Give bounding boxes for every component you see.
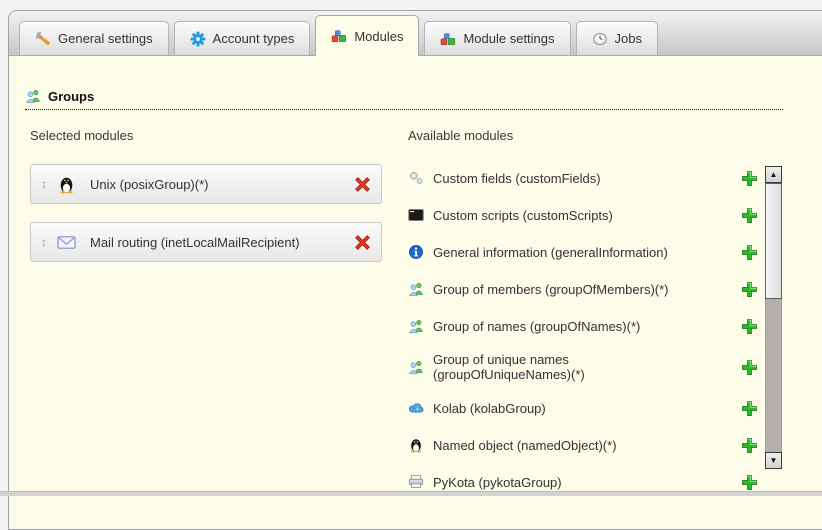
available-module-row: Custom scripts (customScripts) (408, 204, 758, 226)
scrollbar-thumb[interactable] (765, 183, 782, 299)
selected-module-row: ↕ Mail routing (inetLocalMailRecipient) (30, 222, 382, 262)
selected-modules-column: Selected modules ↕ Unix (posixGroup)(*) ↕ M… (30, 128, 382, 280)
clock-icon (592, 31, 608, 47)
available-module-row: Kolab (kolabGroup) (408, 397, 758, 419)
tab-label: Account types (213, 31, 295, 46)
available-module-row: Group of unique names (groupOfUniqueName… (408, 352, 758, 382)
info-icon (408, 244, 424, 260)
available-modules-label: Available modules (408, 128, 758, 143)
module-label: Custom fields (customFields) (433, 171, 601, 186)
page: General settings Account types Modules Modu… (0, 0, 822, 496)
add-icon[interactable] (741, 281, 758, 298)
gear-icon (190, 31, 206, 47)
available-module-row: Custom fields (customFields) (408, 167, 758, 189)
tab-bar: General settings Account types Modules Modu… (9, 11, 822, 56)
module-label: Kolab (kolabGroup) (433, 401, 546, 416)
group-icon (408, 359, 424, 375)
wrench-icon (35, 31, 51, 47)
tab-label: Module settings (463, 31, 554, 46)
module-label: General information (generalInformation) (433, 245, 668, 260)
modules-icon (440, 31, 456, 47)
drag-handle-icon[interactable]: ↕ (41, 178, 47, 190)
window-bottom-edge (0, 491, 822, 496)
available-module-row: Named object (namedObject)(*) (408, 434, 758, 456)
tux-icon (57, 175, 76, 194)
kolab-icon (408, 400, 424, 416)
section-header-groups: Groups (25, 88, 783, 110)
tab-label: General settings (58, 31, 153, 46)
tab-module-settings[interactable]: Module settings (424, 21, 570, 55)
selected-module-row: ↕ Unix (posixGroup)(*) (30, 164, 382, 204)
add-icon[interactable] (741, 318, 758, 335)
tab-label: Modules (354, 29, 403, 44)
terminal-icon (408, 207, 424, 223)
group-icon (408, 281, 424, 297)
delete-icon[interactable] (354, 234, 371, 251)
module-label: Mail routing (inetLocalMailRecipient) (90, 235, 300, 250)
section-title: Groups (48, 89, 94, 104)
available-module-row: Group of members (groupOfMembers)(*) (408, 278, 758, 300)
delete-icon[interactable] (354, 176, 371, 193)
available-modules-scrollbar[interactable]: ▲ ▼ (765, 166, 782, 469)
tab-account-types[interactable]: Account types (174, 21, 311, 55)
module-label: Custom scripts (customScripts) (433, 208, 613, 223)
selected-modules-list: ↕ Unix (posixGroup)(*) ↕ Mail routing (inet… (30, 164, 382, 262)
module-label: Group of unique names (groupOfUniqueName… (433, 352, 585, 382)
tab-jobs[interactable]: Jobs (576, 21, 658, 55)
add-icon[interactable] (741, 170, 758, 187)
module-label: Group of names (groupOfNames)(*) (433, 319, 640, 334)
module-label: Unix (posixGroup)(*) (90, 177, 208, 192)
selected-modules-label: Selected modules (30, 128, 382, 143)
tab-general-settings[interactable]: General settings (19, 21, 169, 55)
scroll-up-button[interactable]: ▲ (765, 166, 782, 183)
scroll-down-button[interactable]: ▼ (765, 452, 782, 469)
scrollbar-track[interactable] (765, 183, 782, 452)
add-icon[interactable] (741, 207, 758, 224)
modules-tab-content: Groups Selected modules ↕ Unix (posixGrou… (9, 56, 822, 507)
available-modules-column: Available modules Custom fields (customF… (408, 128, 758, 508)
tux-icon (408, 437, 424, 453)
module-label: Group of members (groupOfMembers)(*) (433, 282, 669, 297)
module-label: Named object (namedObject)(*) (433, 438, 617, 453)
add-icon[interactable] (741, 437, 758, 454)
module-label: PyKota (pykotaGroup) (433, 475, 562, 490)
printer-icon (408, 474, 424, 490)
group-icon (408, 318, 424, 334)
tab-modules[interactable]: Modules (315, 15, 419, 56)
drag-handle-icon[interactable]: ↕ (41, 236, 47, 248)
gears-icon (408, 170, 424, 186)
available-modules-list: Custom fields (customFields) Custom scrip… (408, 167, 758, 493)
available-module-row: PyKota (pykotaGroup) (408, 471, 758, 493)
groups-icon (25, 88, 41, 104)
add-icon[interactable] (741, 244, 758, 261)
config-panel: General settings Account types Modules Modu… (8, 10, 822, 530)
add-icon[interactable] (741, 474, 758, 491)
add-icon[interactable] (741, 400, 758, 417)
add-icon[interactable] (741, 359, 758, 376)
tab-label: Jobs (615, 31, 642, 46)
available-module-row: General information (generalInformation) (408, 241, 758, 263)
available-module-row: Group of names (groupOfNames)(*) (408, 315, 758, 337)
mail-icon (57, 233, 76, 252)
modules-icon (331, 28, 347, 44)
